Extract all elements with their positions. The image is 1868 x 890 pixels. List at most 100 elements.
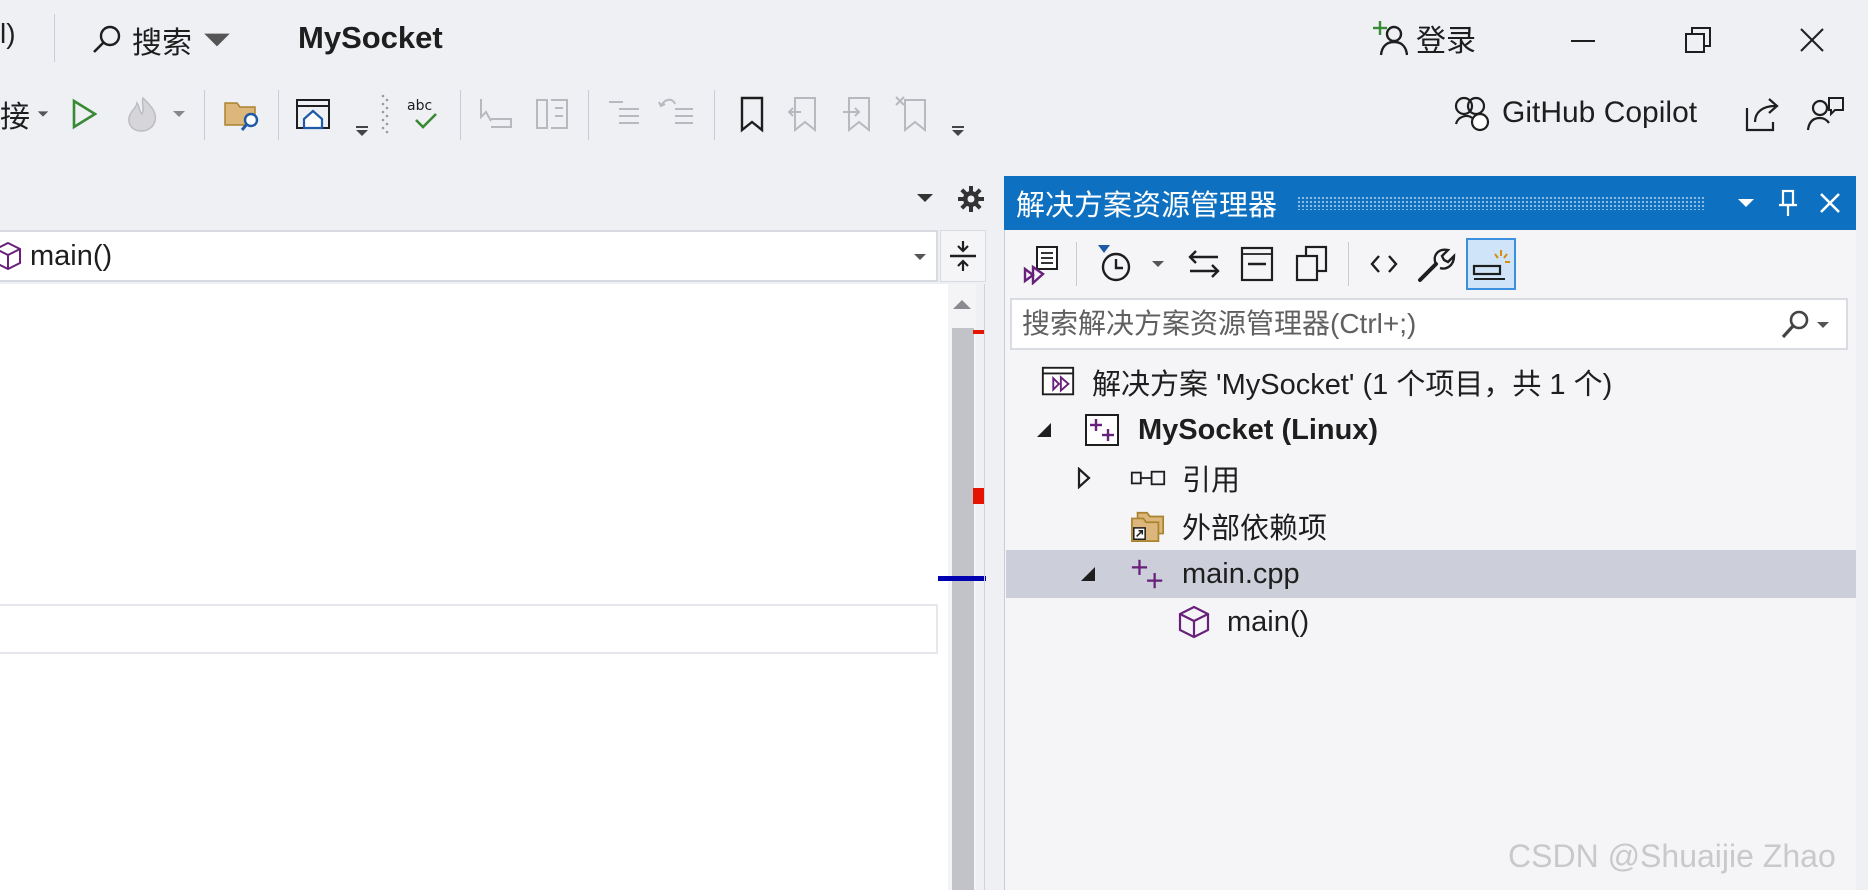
toolbar-grip[interactable] xyxy=(378,90,392,138)
uncomment-button[interactable] xyxy=(656,90,698,138)
clear-bookmarks-button[interactable] xyxy=(892,90,934,138)
member-navigation-dropdown[interactable]: main() xyxy=(0,230,938,282)
github-copilot-button[interactable]: GitHub Copilot xyxy=(1452,94,1697,132)
live-share-button[interactable] xyxy=(1742,90,1784,138)
editor-settings-button[interactable] xyxy=(956,184,986,219)
share-icon xyxy=(1745,98,1779,132)
folder-search-icon xyxy=(224,102,259,131)
preview-selected-items-button[interactable] xyxy=(1466,238,1516,290)
tree-item-main-cpp[interactable]: main.cpp xyxy=(1006,550,1856,598)
scroll-up-button[interactable] xyxy=(950,296,974,317)
bookmark-clear-icon xyxy=(895,96,926,133)
solution-search-input[interactable] xyxy=(1022,304,1762,344)
tree-item-solution[interactable]: 解决方案 'MySocket' (1 个项目，共 1 个) xyxy=(1006,358,1856,406)
solution-home-button[interactable] xyxy=(294,90,334,138)
chevron-down-icon xyxy=(204,33,230,47)
editor-tab-strip xyxy=(0,180,990,226)
title-bar: l) 搜索 MySocket 登录 xyxy=(0,0,1868,80)
window-position-dropdown[interactable] xyxy=(1726,183,1766,223)
auto-hide-pin-button[interactable] xyxy=(1768,183,1808,223)
pending-changes-filter-button[interactable] xyxy=(1092,238,1170,290)
vertical-scrollbar-thumb[interactable] xyxy=(952,328,974,890)
error-marker[interactable] xyxy=(973,330,984,334)
find-in-files-button[interactable] xyxy=(222,90,264,138)
vs-solution-switch-icon xyxy=(1023,246,1058,285)
expanded-arrow-icon[interactable] xyxy=(1032,418,1056,442)
tree-item-external-deps[interactable]: 外部依赖项 xyxy=(1006,502,1856,550)
copilot-icon xyxy=(1454,96,1490,132)
pointer-line-icon xyxy=(480,99,512,128)
solution-icon xyxy=(1040,364,1076,400)
show-all-files-button[interactable] xyxy=(1288,238,1336,290)
search-icon xyxy=(93,25,121,53)
close-window-button[interactable] xyxy=(1790,18,1834,62)
next-bookmark-button[interactable] xyxy=(838,90,880,138)
attach-dropdown[interactable]: 接 xyxy=(0,90,50,138)
title-separator xyxy=(54,14,55,62)
close-icon xyxy=(1800,28,1824,52)
start-debug-button[interactable] xyxy=(64,90,104,138)
restore-icon xyxy=(1685,27,1711,53)
chevron-down-icon xyxy=(1817,322,1829,328)
comment-out-button[interactable] xyxy=(604,90,646,138)
search-icon xyxy=(1781,310,1809,339)
properties-button[interactable] xyxy=(1414,238,1458,290)
tree-item-label: 解决方案 'MySocket' (1 个项目，共 1 个) xyxy=(1092,369,1613,401)
tree-item-label: 引用 xyxy=(1182,465,1241,497)
sign-in-button[interactable]: 登录 xyxy=(1372,16,1476,60)
go-to-previous-button[interactable] xyxy=(476,90,518,138)
toolbar-options-dropdown[interactable] xyxy=(946,90,970,138)
feedback-button[interactable] xyxy=(1804,90,1846,138)
code-editor[interactable] xyxy=(0,284,948,890)
previous-bookmark-button[interactable] xyxy=(784,90,826,138)
search-menu-button[interactable]: 搜索 xyxy=(90,18,234,62)
tree-item-label: main.cpp xyxy=(1182,557,1300,590)
panel-drag-grip[interactable] xyxy=(1297,196,1706,210)
menu-item-partial[interactable]: l) xyxy=(0,18,16,50)
toggle-split-button[interactable] xyxy=(532,90,574,138)
add-user-icon xyxy=(1373,21,1408,56)
caret-position-marker xyxy=(938,576,986,581)
sync-with-active-document-button[interactable] xyxy=(1180,238,1228,290)
pin-icon xyxy=(1779,189,1797,216)
hot-reload-flame-icon xyxy=(128,96,157,132)
collapse-all-icon xyxy=(1240,246,1274,282)
expanded-arrow-icon[interactable] xyxy=(1076,562,1100,586)
gear-icon xyxy=(958,186,984,212)
split-window-button[interactable] xyxy=(940,230,986,282)
solution-search-box[interactable] xyxy=(1010,298,1848,350)
view-code-button[interactable] xyxy=(1362,238,1406,290)
run-icon xyxy=(72,98,98,130)
overflow-dropdown[interactable] xyxy=(350,90,374,138)
spell-check-button[interactable]: abc xyxy=(404,90,444,138)
chevron-down-icon xyxy=(917,194,933,202)
home-window-icon xyxy=(296,99,330,130)
collapsed-arrow-icon[interactable] xyxy=(1072,466,1096,490)
restore-button[interactable] xyxy=(1676,18,1720,62)
chevron-down-icon xyxy=(173,111,185,117)
bookmark-icon xyxy=(740,96,764,133)
tree-item-references[interactable]: 引用 xyxy=(1006,454,1856,502)
copy-documents-icon xyxy=(1295,245,1328,282)
split-doc-icon xyxy=(536,99,568,129)
close-panel-button[interactable] xyxy=(1810,183,1850,223)
toolbar-separator xyxy=(204,90,205,140)
toggle-bookmark-button[interactable] xyxy=(732,90,772,138)
tab-list-dropdown[interactable] xyxy=(914,190,936,211)
chevron-down-icon xyxy=(1152,261,1164,267)
error-marker[interactable] xyxy=(973,488,984,504)
toolbar-separator xyxy=(588,90,589,140)
split-expand-icon xyxy=(950,241,976,271)
sign-in-label: 登录 xyxy=(1416,25,1476,58)
search-options-button[interactable] xyxy=(1778,308,1830,342)
switch-views-button[interactable] xyxy=(1018,238,1066,290)
chevron-down-icon xyxy=(37,111,49,117)
solution-explorer-header[interactable]: 解决方案资源管理器 xyxy=(1004,176,1856,230)
close-icon xyxy=(1820,193,1840,213)
collapse-all-button[interactable] xyxy=(1234,238,1282,290)
minimize-button[interactable] xyxy=(1561,18,1605,62)
tree-item-project[interactable]: MySocket (Linux) xyxy=(1006,406,1856,454)
attach-label-partial: 接 xyxy=(0,101,30,134)
tree-item-main-function[interactable]: main() xyxy=(1006,598,1856,646)
hot-reload-button[interactable] xyxy=(120,90,190,138)
